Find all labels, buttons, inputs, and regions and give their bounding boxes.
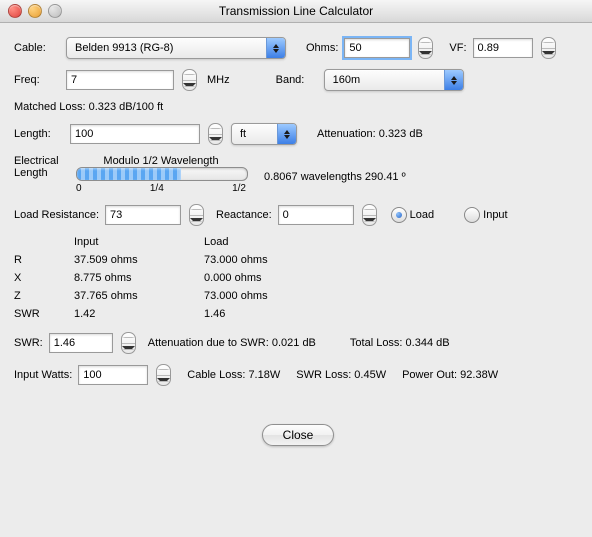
tick-quarter: 1/4 (150, 183, 164, 194)
elec-length-progress (76, 167, 248, 181)
window-title: Transmission Line Calculator (0, 4, 592, 18)
radio-input[interactable]: Input (464, 207, 507, 223)
radio-load-label: Load (410, 209, 434, 221)
close-button-label: Close (283, 428, 314, 442)
row-label-x: X (14, 272, 74, 284)
zoom-window-button[interactable] (48, 4, 62, 18)
ohms-stepper[interactable] (418, 37, 433, 59)
vf-stepper[interactable] (541, 37, 556, 59)
load-res-stepper[interactable] (189, 204, 204, 226)
close-button[interactable]: Close (262, 424, 334, 446)
radio-input-button[interactable] (464, 207, 480, 223)
freq-label: Freq: (14, 74, 60, 86)
reactance-label: Reactance: (216, 209, 272, 221)
freq-unit: MHz (207, 74, 230, 86)
swr-label: SWR: (14, 337, 43, 349)
length-stepper[interactable] (208, 123, 223, 145)
cable-select[interactable]: Belden 9913 (RG-8) (66, 37, 286, 59)
r-load: 73.000 ohms (204, 254, 334, 266)
load-res-input[interactable] (105, 205, 181, 225)
row-label-r: R (14, 254, 74, 266)
vf-label: VF: (449, 42, 466, 54)
attenuation-text: Attenuation: 0.323 dB (317, 128, 423, 140)
radio-input-label: Input (483, 209, 507, 221)
matched-loss-text: Matched Loss: 0.323 dB/100 ft (14, 101, 163, 113)
length-label: Length: (14, 128, 64, 140)
tick-half: 1/2 (232, 183, 246, 194)
tick-0: 0 (76, 183, 82, 194)
elec-length-label2: Length (14, 167, 70, 179)
elec-length-readout: 0.8067 wavelengths 290.41 º (264, 171, 406, 183)
watts-stepper[interactable] (156, 364, 171, 386)
swr-input-res: 1.42 (74, 308, 204, 320)
ohms-label: Ohms: (306, 42, 338, 54)
freq-stepper[interactable] (182, 69, 197, 91)
cable-loss-text: Cable Loss: 7.18W (187, 369, 280, 381)
band-select-text: 160m (333, 74, 444, 86)
radio-load[interactable]: Load (391, 207, 434, 223)
swr-stepper[interactable] (121, 332, 136, 354)
col-load: Load (204, 236, 334, 248)
cable-select-text: Belden 9913 (RG-8) (75, 42, 266, 54)
results-table: Input Load R 37.509 ohms 73.000 ohms X 8… (14, 236, 582, 320)
ohms-input[interactable] (344, 38, 410, 58)
reactance-input[interactable] (278, 205, 354, 225)
att-swr-text: Attenuation due to SWR: 0.021 dB (148, 337, 316, 349)
close-window-button[interactable] (8, 4, 22, 18)
vf-input[interactable] (473, 38, 533, 58)
updown-icon (277, 124, 296, 144)
watts-label: Input Watts: (14, 369, 72, 381)
elec-length-label1: Electrical (14, 155, 70, 167)
watts-input[interactable] (78, 365, 148, 385)
col-input: Input (74, 236, 204, 248)
row-label-z: Z (14, 290, 74, 302)
elec-length-caption: Modulo 1/2 Wavelength (76, 155, 246, 167)
radio-load-button[interactable] (391, 207, 407, 223)
swr-load-res: 1.46 (204, 308, 334, 320)
length-unit-text: ft (240, 128, 277, 140)
titlebar: Transmission Line Calculator (0, 0, 592, 23)
updown-icon (444, 70, 463, 90)
updown-icon (266, 38, 285, 58)
r-input: 37.509 ohms (74, 254, 204, 266)
x-input: 8.775 ohms (74, 272, 204, 284)
swr-loss-text: SWR Loss: 0.45W (296, 369, 386, 381)
elec-length-ticks: 0 1/4 1/2 (76, 183, 246, 194)
power-out-text: Power Out: 92.38W (402, 369, 498, 381)
freq-input[interactable] (66, 70, 174, 90)
total-loss-text: Total Loss: 0.344 dB (350, 337, 450, 349)
swr-input[interactable] (49, 333, 113, 353)
minimize-window-button[interactable] (28, 4, 42, 18)
length-input[interactable] (70, 124, 200, 144)
z-load: 73.000 ohms (204, 290, 334, 302)
band-label: Band: (276, 74, 318, 86)
load-res-label: Load Resistance: (14, 209, 99, 221)
reactance-stepper[interactable] (362, 204, 377, 226)
z-input: 37.765 ohms (74, 290, 204, 302)
x-load: 0.000 ohms (204, 272, 334, 284)
cable-label: Cable: (14, 42, 60, 54)
band-select[interactable]: 160m (324, 69, 464, 91)
length-unit-select[interactable]: ft (231, 123, 297, 145)
row-label-swr: SWR (14, 308, 74, 320)
